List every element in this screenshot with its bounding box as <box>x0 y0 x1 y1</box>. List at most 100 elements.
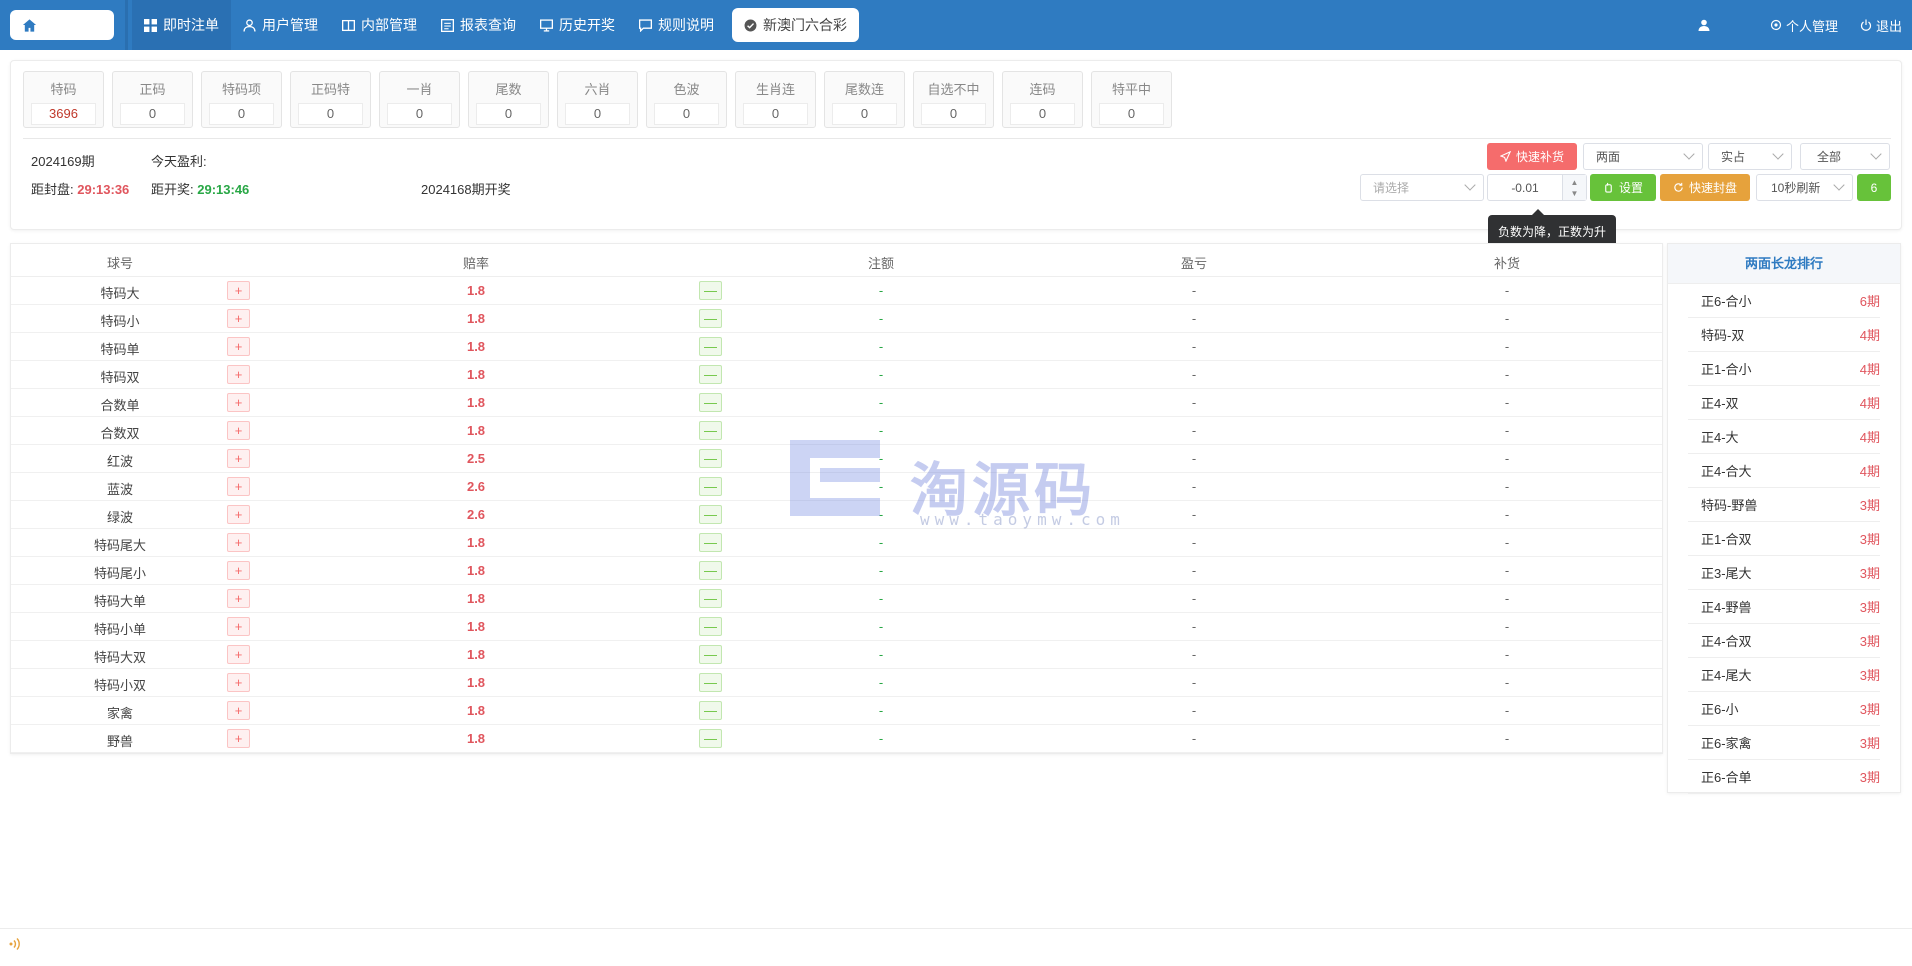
period-label: 2024169期 <box>31 154 95 169</box>
odds-increase-button[interactable]: + <box>227 505 250 524</box>
ranking-item: 正4-大 4期 <box>1688 420 1880 454</box>
tab-current-lottery[interactable]: 新澳门六合彩 <box>732 8 859 42</box>
odds-increase-button[interactable]: + <box>227 533 250 552</box>
account-button[interactable] <box>1698 19 1710 31</box>
odds-increase-button[interactable]: + <box>227 477 250 496</box>
nav-label: 即时注单 <box>163 17 219 33</box>
ranking-item-periods: 3期 <box>1859 736 1880 751</box>
set-button[interactable]: 设置 <box>1590 174 1656 201</box>
row-odds: 1.8 <box>466 395 486 410</box>
odds-increase-button[interactable]: + <box>227 365 250 384</box>
odds-increase-button[interactable]: + <box>227 421 250 440</box>
odds-decrease-button[interactable]: — <box>699 449 722 468</box>
odds-increase-button[interactable]: + <box>227 645 250 664</box>
personal-management-link[interactable]: 个人管理 <box>1770 16 1838 35</box>
refresh-interval-select[interactable]: 10秒刷新 <box>1756 174 1853 201</box>
stat-tile[interactable]: 特码 3696 <box>23 71 104 128</box>
odds-increase-button[interactable]: + <box>227 309 250 328</box>
odds-adjust-stepper[interactable]: -0.01 ▲ ▼ <box>1487 174 1587 201</box>
odds-decrease-button[interactable]: — <box>699 729 722 748</box>
nav-item-report-query[interactable]: 报表查询 <box>429 7 528 43</box>
stat-tile[interactable]: 色波 0 <box>646 71 727 128</box>
table-row: 野兽 +1.8 — - - - <box>11 725 1662 753</box>
refresh-interval-value: 10秒刷新 <box>1771 181 1821 195</box>
ranking-item-periods: 3期 <box>1859 498 1880 513</box>
stat-tile[interactable]: 连码 0 <box>1002 71 1083 128</box>
row-bet: - <box>878 563 884 578</box>
odds-increase-button[interactable]: + <box>227 337 250 356</box>
mode-select[interactable]: 实占 <box>1708 143 1792 170</box>
stat-tile[interactable]: 尾数连 0 <box>824 71 905 128</box>
logout-link[interactable]: 退出 <box>1860 16 1902 35</box>
row-restock: - <box>1504 283 1510 298</box>
stat-tile-label: 色波 <box>673 82 700 97</box>
odds-decrease-button[interactable]: — <box>699 701 722 720</box>
odds-decrease-button[interactable]: — <box>699 365 722 384</box>
stat-tile[interactable]: 尾数 0 <box>468 71 549 128</box>
ranking-title: 两面长龙排行 <box>1668 244 1900 284</box>
chevron-up-icon[interactable]: ▲ <box>1571 177 1579 188</box>
odds-increase-button[interactable]: + <box>227 673 250 692</box>
ranking-item: 正6-小 3期 <box>1688 692 1880 726</box>
home-button[interactable] <box>10 10 114 40</box>
stat-tile[interactable]: 特平中 0 <box>1091 71 1172 128</box>
odds-decrease-button[interactable]: — <box>699 673 722 692</box>
row-ball-name: 特码尾大 <box>93 538 147 553</box>
odds-decrease-button[interactable]: — <box>699 477 722 496</box>
nav-item-internal-management[interactable]: 内部管理 <box>330 7 429 43</box>
ranking-item-name: 正6-家禽 <box>1701 736 1752 751</box>
odds-increase-button[interactable]: + <box>227 701 250 720</box>
option-select[interactable]: 请选择 <box>1360 174 1484 201</box>
nav-item-history-draws[interactable]: 历史开奖 <box>528 7 627 43</box>
odds-decrease-button[interactable]: — <box>699 617 722 636</box>
quick-restock-button[interactable]: 快速补货 <box>1487 143 1577 170</box>
stat-tile[interactable]: 正码 0 <box>112 71 193 128</box>
chevron-down-icon[interactable]: ▼ <box>1571 188 1579 199</box>
nav-item-rules[interactable]: 规则说明 <box>627 7 726 43</box>
stat-tile[interactable]: 自选不中 0 <box>913 71 994 128</box>
odds-decrease-button[interactable]: — <box>699 421 722 440</box>
refresh-countdown-button[interactable]: 6 <box>1857 174 1891 201</box>
odds-increase-button[interactable]: + <box>227 449 250 468</box>
stat-tile[interactable]: 生肖连 0 <box>735 71 816 128</box>
row-restock: - <box>1504 535 1510 550</box>
stat-tile[interactable]: 特码项 0 <box>201 71 282 128</box>
odds-increase-button[interactable]: + <box>227 281 250 300</box>
stat-tile[interactable]: 正码特 0 <box>290 71 371 128</box>
odds-decrease-button[interactable]: — <box>699 589 722 608</box>
column-header-restock: 补货 <box>1493 256 1521 271</box>
ranking-item-name: 正6-小 <box>1701 702 1739 717</box>
ranking-item-name: 正1-合双 <box>1701 532 1752 547</box>
odds-decrease-button[interactable]: — <box>699 393 722 412</box>
odds-decrease-button[interactable]: — <box>699 645 722 664</box>
stepper-arrows[interactable]: ▲ ▼ <box>1562 175 1586 200</box>
row-pnl: - <box>1191 507 1197 522</box>
odds-decrease-button[interactable]: — <box>699 505 722 524</box>
stat-tile[interactable]: 一肖 0 <box>379 71 460 128</box>
odds-decrease-button[interactable]: — <box>699 533 722 552</box>
quick-close-button[interactable]: 快速封盘 <box>1660 174 1750 201</box>
nav-item-live-bets[interactable]: 即时注单 <box>132 0 231 50</box>
odds-increase-button[interactable]: + <box>227 589 250 608</box>
stat-tile-label: 自选不中 <box>927 82 980 97</box>
odds-decrease-button[interactable]: — <box>699 561 722 580</box>
ranking-item: 正6-合小 6期 <box>1688 284 1880 318</box>
type-select[interactable]: 两面 <box>1583 143 1703 170</box>
odds-increase-button[interactable]: + <box>227 729 250 748</box>
odds-increase-button[interactable]: + <box>227 393 250 412</box>
scope-select-value: 全部 <box>1817 150 1842 164</box>
stat-tile-label: 生肖连 <box>755 82 795 97</box>
odds-decrease-button[interactable]: — <box>699 281 722 300</box>
sound-icon[interactable] <box>8 937 22 951</box>
odds-decrease-button[interactable]: — <box>699 337 722 356</box>
odds-decrease-button[interactable]: — <box>699 309 722 328</box>
last-draw-label: 2024168期开奖 <box>421 182 511 197</box>
nav-item-user-management[interactable]: 用户管理 <box>231 7 330 43</box>
message-icon <box>639 18 652 32</box>
row-pnl: - <box>1191 731 1197 746</box>
odds-increase-button[interactable]: + <box>227 561 250 580</box>
stat-tile-value: 0 <box>209 103 274 125</box>
scope-select[interactable]: 全部 <box>1800 143 1890 170</box>
odds-increase-button[interactable]: + <box>227 617 250 636</box>
stat-tile[interactable]: 六肖 0 <box>557 71 638 128</box>
